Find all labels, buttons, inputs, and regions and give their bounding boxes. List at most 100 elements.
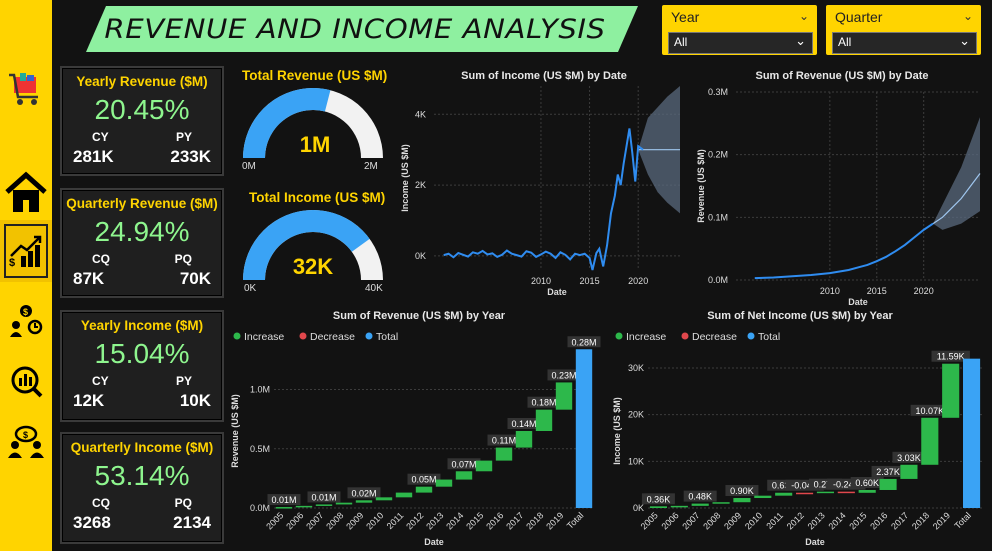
chart-title: Sum of Revenue (US $M) by Date: [756, 70, 929, 82]
x-axis-label: Date: [848, 297, 868, 306]
finance-analysis-icon: [11, 366, 43, 398]
svg-text:$: $: [23, 430, 28, 440]
x-tick-label: 2016: [484, 510, 505, 531]
y-tick-label: 20K: [628, 410, 644, 420]
waterfall-bar: [555, 382, 573, 410]
kpi-card-quarterly-revenue[interactable]: Quarterly Revenue ($M) 24.94% CQ PQ 87K …: [60, 188, 224, 298]
waterfall-bar: [754, 495, 772, 499]
revenue-by-date-chart[interactable]: Sum of Revenue (US $M) by Date 0.0M 0.1M 0.…: [694, 66, 990, 306]
data-label: 0.01M: [311, 492, 336, 502]
kpi-value: 53.14%: [94, 460, 190, 491]
year-slicer[interactable]: Year ⌄ All ⌄: [662, 5, 817, 55]
legend-label: Decrease: [310, 331, 355, 343]
page-title: REVENUE AND INCOME ANALYSIS: [104, 14, 606, 45]
x-tick-label: 2013: [424, 510, 445, 531]
waterfall-bar: [535, 409, 553, 431]
kpi-left-label: CY: [92, 130, 109, 144]
total-bar: [575, 349, 593, 508]
series-line: [754, 222, 934, 280]
svg-text:$: $: [9, 257, 15, 269]
x-tick-label: 2015: [464, 510, 485, 531]
revenue-by-year-waterfall[interactable]: Sum of Revenue (US $M) by Year Increase De…: [228, 306, 610, 550]
kpi-value: 24.94%: [94, 216, 190, 247]
kpi-card-yearly-revenue[interactable]: Yearly Revenue ($M) 20.45% CY PY 281K 23…: [60, 66, 224, 176]
gauge-max-income: 40K: [365, 283, 383, 294]
y-tick-label: 0.2M: [708, 150, 728, 160]
x-tick-label: 2006: [284, 510, 305, 531]
data-label: 0.23M: [551, 370, 576, 380]
waterfall-bar: [315, 504, 333, 506]
data-label: 3.03K: [897, 453, 921, 463]
year-slicer-label: Year: [671, 9, 700, 25]
data-label: 0.02M: [351, 488, 376, 498]
x-tick-label: 2008: [324, 510, 345, 531]
kpi-right-label: PY: [175, 374, 192, 388]
year-dropdown[interactable]: All ⌄: [668, 32, 813, 54]
x-tick-label: 2011: [385, 510, 406, 531]
chart-title: Sum of Net Income (US $M) by Year: [707, 310, 893, 322]
chevron-down-icon[interactable]: ⌄: [799, 9, 809, 23]
gauge-value-revenue: 1M: [299, 132, 331, 157]
y-axis-label: Income (US $M): [612, 397, 622, 465]
nav-growth[interactable]: $: [0, 220, 52, 282]
kpi-title: Quarterly Income ($M): [70, 440, 214, 455]
quarter-slicer[interactable]: Quarter ⌄ All ⌄: [826, 5, 981, 55]
x-tick-label: 2008: [701, 510, 722, 531]
net-income-by-year-waterfall[interactable]: Sum of Net Income (US $M) by Year Increas…: [608, 306, 992, 550]
x-tick-label: 2007: [680, 510, 701, 531]
y-tick-label: 0.5M: [250, 444, 270, 454]
legend-label: Total: [376, 331, 398, 343]
x-axis-label: Date: [547, 287, 567, 297]
waterfall-bar: [796, 492, 814, 495]
legend-label: Increase: [244, 331, 284, 343]
x-tick-label: 2010: [364, 510, 385, 531]
x-tick-label: 2020: [628, 276, 648, 286]
x-tick-label: 2005: [264, 510, 285, 531]
kpi-left-value: 12K: [73, 391, 105, 410]
kpi-title: Yearly Income ($M): [80, 318, 204, 333]
x-tick-label: 2014: [444, 510, 465, 531]
nav-finance-analysis[interactable]: [0, 350, 52, 412]
income-by-date-chart[interactable]: Sum of Income (US $M) by Date 0K 2K 4K 2010 2…: [398, 66, 690, 306]
waterfall-bar: [879, 478, 897, 490]
nav-home[interactable]: [0, 162, 52, 224]
legend-marker: [299, 332, 307, 340]
waterfall-bar: [295, 505, 313, 508]
data-label: 0.36K: [647, 494, 671, 504]
x-tick-label: 2012: [404, 510, 425, 531]
kpi-title: Quarterly Revenue ($M): [66, 196, 218, 211]
kpi-left-label: CQ: [92, 496, 110, 510]
data-label: 0.28M: [571, 337, 596, 347]
y-tick-label: 0.0M: [250, 503, 270, 513]
nav-team-dollar[interactable]: $: [0, 412, 52, 474]
data-label: 0.11M: [492, 436, 516, 446]
y-tick-label: 0K: [633, 503, 644, 513]
data-label: 0.01M: [271, 495, 296, 505]
nav-money-people[interactable]: $: [0, 290, 52, 352]
data-label: 0.18M: [531, 398, 556, 408]
chevron-down-icon[interactable]: ⌄: [963, 9, 973, 23]
year-dropdown-value: All: [674, 35, 688, 49]
waterfall-bar: [495, 447, 513, 461]
waterfall-bar: [691, 503, 709, 506]
sidebar: $ $ $: [0, 0, 52, 551]
data-label: 11.59K: [937, 352, 965, 362]
kpi-value: 15.04%: [94, 338, 190, 369]
x-tick-label: 2018: [910, 510, 931, 531]
kpi-right-label: PQ: [174, 252, 192, 266]
waterfall-bar: [475, 460, 493, 472]
nav-cart[interactable]: [0, 58, 52, 120]
data-label: 0.14M: [511, 419, 536, 429]
x-axis-label: Date: [424, 537, 444, 547]
gauge-value-income: 32K: [292, 254, 334, 279]
kpi-card-yearly-income[interactable]: Yearly Income ($M) 15.04% CY PY 12K 10K: [60, 310, 224, 422]
y-tick-label: 0.0M: [708, 275, 728, 285]
kpi-right-label: PY: [175, 130, 192, 144]
team-dollar-icon: $: [8, 425, 44, 458]
x-tick-label: 2005: [639, 510, 660, 531]
x-tick-label: 2010: [820, 286, 840, 296]
y-tick-label: 0K: [415, 251, 426, 261]
quarter-dropdown[interactable]: All ⌄: [832, 32, 977, 54]
waterfall-bar: [395, 492, 413, 498]
kpi-card-quarterly-income[interactable]: Quarterly Income ($M) 53.14% CQ PQ 3268 …: [60, 432, 224, 544]
